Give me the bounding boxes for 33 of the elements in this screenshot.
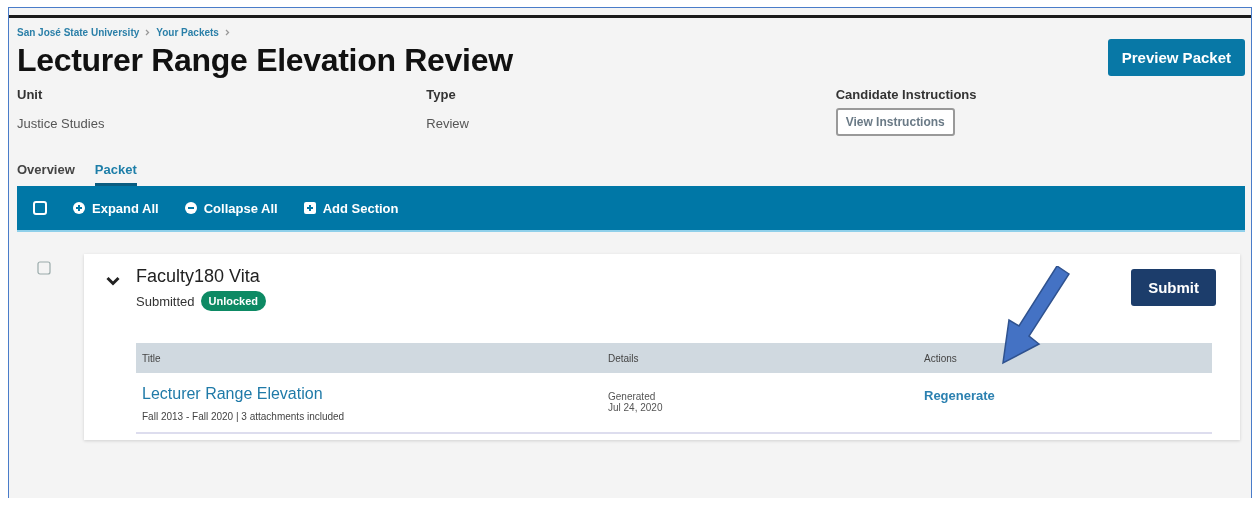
toolbar-action[interactable]: Add Section <box>303 200 399 216</box>
table-cell-text: Jul 24, 2020 <box>608 402 664 413</box>
table-cell-text: Generated <box>608 391 657 402</box>
chevron-right-icon <box>224 29 230 36</box>
breadcrumb-link[interactable]: San José State University <box>17 27 140 38</box>
page-title: Lecturer Range Elevation Review <box>17 42 513 79</box>
breadcrumb-link[interactable]: Your Packets <box>156 27 219 38</box>
document-subtitle: Fall 2013 - Fall 2020 | 3 attachments included <box>142 411 346 422</box>
plus-square-icon <box>303 202 316 214</box>
regenerate-link[interactable]: Regenerate <box>924 388 995 403</box>
status-badge: Unlocked <box>200 291 267 311</box>
status-text: Submitted <box>136 293 195 309</box>
checkbox[interactable] <box>37 261 51 275</box>
field-value: Justice Studies <box>17 116 106 131</box>
toolbar-action[interactable]: Collapse All <box>184 200 278 216</box>
document-link[interactable]: Lecturer Range Elevation <box>142 385 323 402</box>
chevron-right-icon <box>145 29 151 36</box>
column-header: Title <box>141 352 162 364</box>
column-header: Actions <box>923 352 957 364</box>
chevron-down-icon[interactable] <box>106 276 120 286</box>
preview-packet-button[interactable]: Preview Packet <box>1107 39 1245 76</box>
field-label: Candidate Instructions <box>835 87 978 102</box>
field-label: Type <box>426 87 457 102</box>
section-title: Faculty180 Vita <box>136 266 261 287</box>
tab[interactable]: Overview <box>17 162 75 186</box>
field-label: Unit <box>17 87 44 102</box>
plus-circle-icon <box>73 202 85 214</box>
toolbar-action[interactable]: Expand All <box>73 200 159 216</box>
column-header: Details <box>607 352 640 364</box>
field-value: Review <box>426 116 470 131</box>
minus-circle-icon <box>184 202 197 214</box>
view-instructions-button[interactable]: View Instructions <box>835 108 955 136</box>
submit-button[interactable]: Submit <box>1131 269 1216 306</box>
